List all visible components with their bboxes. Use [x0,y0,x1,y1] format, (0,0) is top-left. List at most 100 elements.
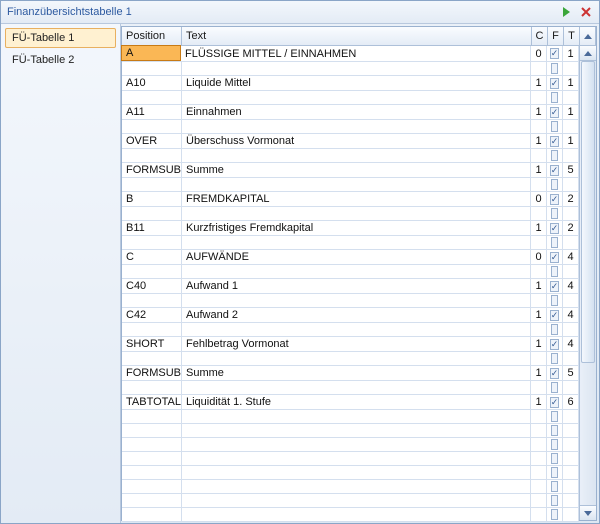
checkbox-icon[interactable] [551,495,558,506]
table-row-empty[interactable] [122,466,579,480]
table-row[interactable]: OVERÜberschuss Vormonat11 [122,134,579,149]
cell-text[interactable]: FLÜSSIGE MITTEL / EINNAHMEN [181,46,531,61]
cell-f[interactable] [547,410,563,423]
checkbox-icon[interactable] [550,48,560,59]
cell-t[interactable] [563,149,579,162]
cell-c[interactable]: 1 [531,134,547,148]
cell-text[interactable] [182,480,531,493]
cell-position[interactable] [122,178,182,191]
table-row-empty[interactable] [122,494,579,508]
table-row-empty[interactable] [122,236,579,250]
cell-c[interactable] [531,424,547,437]
cell-f[interactable] [547,62,563,75]
cell-position[interactable] [122,508,182,521]
sidebar-item-0[interactable]: FÜ-Tabelle 1 [5,28,116,48]
cell-position[interactable]: B11 [122,221,182,235]
cell-c[interactable] [531,381,547,394]
cell-t[interactable]: 1 [563,46,579,61]
table-row-empty[interactable] [122,480,579,494]
cell-position[interactable] [122,207,182,220]
cell-c[interactable] [531,452,547,465]
table-row[interactable]: C42Aufwand 214 [122,308,579,323]
table-row[interactable]: FORMSUB2Summe15 [122,366,579,381]
cell-t[interactable]: 5 [563,366,579,380]
cell-f[interactable] [547,480,563,493]
cell-t[interactable]: 1 [563,76,579,90]
cell-t[interactable] [563,381,579,394]
cell-position[interactable]: FORMSUB2 [122,366,182,380]
cell-f[interactable] [547,438,563,451]
cell-position[interactable] [122,120,182,133]
table-row-empty[interactable] [122,381,579,395]
cell-t[interactable] [563,438,579,451]
cell-position[interactable] [122,323,182,336]
checkbox-icon[interactable] [550,194,560,205]
cell-f[interactable] [547,207,563,220]
checkbox-icon[interactable] [551,92,558,103]
cell-text[interactable] [182,381,531,394]
cell-text[interactable]: Liquidität 1. Stufe [182,395,531,409]
close-icon[interactable] [579,5,593,19]
table-row[interactable]: SHORTFehlbetrag Vormonat14 [122,337,579,352]
cell-c[interactable]: 0 [531,46,547,61]
checkbox-icon[interactable] [550,78,560,89]
cell-c[interactable] [531,480,547,493]
cell-t[interactable]: 4 [563,250,579,264]
cell-position[interactable] [122,149,182,162]
arrow-right-icon[interactable] [559,5,573,19]
cell-text[interactable]: Kurzfristiges Fremdkapital [182,221,531,235]
cell-f[interactable] [547,105,563,119]
cell-t[interactable] [563,466,579,479]
cell-t[interactable] [563,294,579,307]
cell-position[interactable]: C40 [122,279,182,293]
cell-text[interactable] [182,424,531,437]
cell-c[interactable] [531,323,547,336]
cell-text[interactable] [182,494,531,507]
checkbox-icon[interactable] [551,353,558,364]
cell-position[interactable] [122,352,182,365]
table-row[interactable]: TABTOTALLiquidität 1. Stufe16 [122,395,579,410]
table-row-empty[interactable] [122,178,579,192]
checkbox-icon[interactable] [551,481,558,492]
table-row[interactable]: CAUFWÄNDE04 [122,250,579,265]
col-header-text[interactable]: Text [182,27,532,45]
cell-c[interactable]: 1 [531,221,547,235]
table-row-empty[interactable] [122,120,579,134]
cell-f[interactable] [547,46,563,61]
cell-text[interactable]: Einnahmen [182,105,531,119]
checkbox-icon[interactable] [551,150,558,161]
cell-t[interactable] [563,424,579,437]
cell-c[interactable]: 1 [531,337,547,351]
cell-f[interactable] [547,221,563,235]
table-row-empty[interactable] [122,452,579,466]
checkbox-icon[interactable] [550,310,560,321]
cell-c[interactable]: 1 [531,105,547,119]
table-row[interactable]: AFLÜSSIGE MITTEL / EINNAHMEN01 [122,46,579,62]
cell-t[interactable] [563,494,579,507]
cell-text[interactable]: Aufwand 2 [182,308,531,322]
cell-position[interactable] [122,480,182,493]
checkbox-icon[interactable] [551,208,558,219]
cell-position[interactable] [122,438,182,451]
cell-f[interactable] [547,250,563,264]
checkbox-icon[interactable] [551,425,558,436]
cell-f[interactable] [547,178,563,191]
cell-text[interactable]: Überschuss Vormonat [182,134,531,148]
checkbox-icon[interactable] [551,382,558,393]
cell-text[interactable]: Liquide Mittel [182,76,531,90]
cell-t[interactable]: 2 [563,221,579,235]
cell-t[interactable] [563,323,579,336]
cell-position[interactable] [122,294,182,307]
checkbox-icon[interactable] [551,266,558,277]
cell-f[interactable] [547,424,563,437]
cell-position[interactable]: A10 [122,76,182,90]
cell-t[interactable] [563,265,579,278]
cell-t[interactable] [563,91,579,104]
table-row-empty[interactable] [122,438,579,452]
cell-text[interactable] [182,265,531,278]
cell-text[interactable] [182,236,531,249]
cell-f[interactable] [547,323,563,336]
col-header-t[interactable]: T [564,27,580,45]
checkbox-icon[interactable] [551,179,558,190]
table-row-empty[interactable] [122,62,579,76]
